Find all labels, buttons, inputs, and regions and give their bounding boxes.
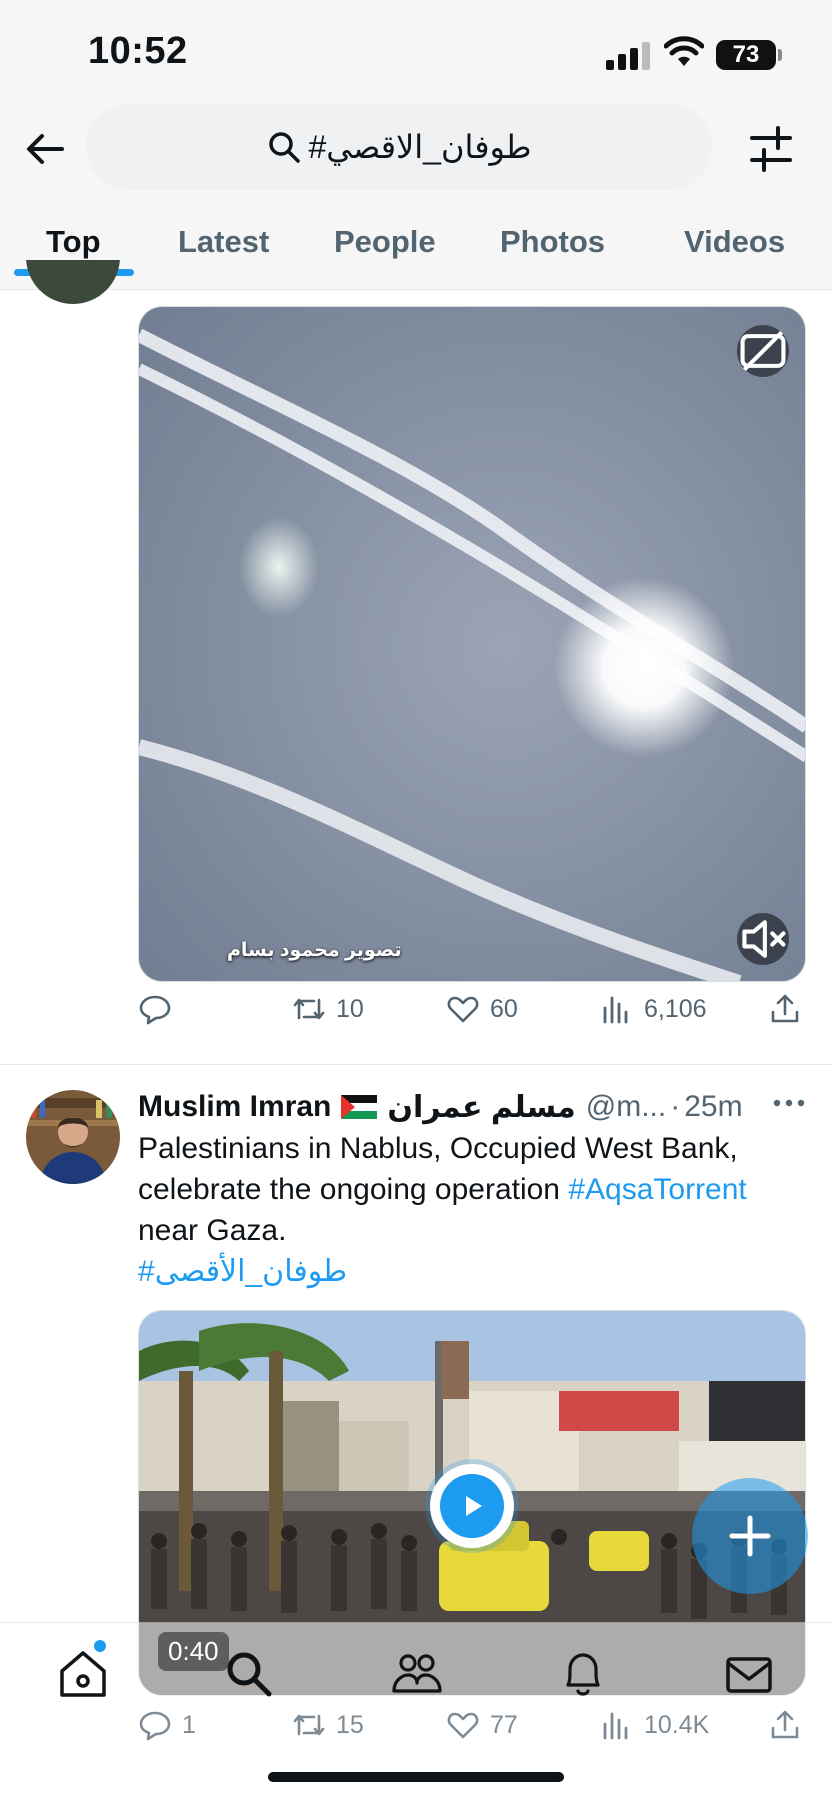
more-options-icon[interactable] bbox=[772, 1098, 806, 1108]
reply-button[interactable] bbox=[138, 992, 182, 1026]
compose-button[interactable] bbox=[692, 1478, 808, 1594]
meta-separator: · bbox=[670, 1090, 681, 1123]
video-duration: 0:40 bbox=[158, 1632, 229, 1671]
retweet-icon bbox=[293, 1714, 325, 1736]
retweet-button[interactable]: 10 bbox=[292, 992, 364, 1026]
tab-latest[interactable]: Latest bbox=[178, 224, 269, 260]
bottom-navigation bbox=[0, 1622, 832, 1722]
tab-videos[interactable]: Videos bbox=[684, 224, 785, 260]
view-count: 10.4K bbox=[644, 1710, 710, 1739]
like-button[interactable]: 77 bbox=[446, 1708, 518, 1742]
retweet-icon bbox=[293, 998, 325, 1020]
tab-top[interactable]: Top bbox=[46, 224, 101, 260]
views-button[interactable]: 6,106 bbox=[600, 992, 707, 1026]
status-time: 10:52 bbox=[88, 30, 188, 72]
tab-people[interactable]: People bbox=[334, 224, 436, 260]
search-header: #طوفان_الاقصي Top Latest People Photos V… bbox=[0, 100, 832, 290]
palestine-flag-icon bbox=[341, 1095, 378, 1119]
author-handle[interactable]: @m... bbox=[586, 1090, 666, 1124]
share-icon bbox=[771, 994, 799, 1023]
communities-icon[interactable] bbox=[390, 1647, 444, 1701]
search-icon bbox=[268, 132, 300, 163]
captions-off-icon[interactable] bbox=[737, 325, 789, 377]
author-name[interactable]: Muslim Imran bbox=[138, 1090, 331, 1124]
tweet-time[interactable]: 25m bbox=[684, 1090, 742, 1124]
home-indicator bbox=[268, 1772, 564, 1782]
share-button[interactable] bbox=[768, 992, 812, 1026]
bell-icon[interactable] bbox=[556, 1647, 610, 1701]
cellular-signal-icon bbox=[606, 42, 650, 70]
retweet-count: 15 bbox=[336, 1710, 364, 1739]
retweet-button[interactable]: 15 bbox=[292, 1708, 364, 1742]
bar-chart-icon bbox=[603, 1712, 628, 1740]
arrow-left-icon[interactable] bbox=[22, 126, 68, 172]
play-button[interactable] bbox=[430, 1464, 514, 1548]
search-tabs: Top Latest People Photos Videos bbox=[0, 210, 832, 290]
mail-icon[interactable] bbox=[722, 1647, 776, 1701]
bar-chart-icon bbox=[603, 996, 628, 1024]
heart-icon bbox=[447, 996, 479, 1023]
like-button[interactable]: 60 bbox=[446, 992, 518, 1026]
hashtag-link[interactable]: #AqsaTorrent bbox=[568, 1173, 746, 1206]
reply-button[interactable]: 1 bbox=[138, 1708, 196, 1742]
video-frame bbox=[139, 307, 805, 981]
plus-icon bbox=[729, 1515, 771, 1557]
views-button[interactable]: 10.4K bbox=[600, 1708, 709, 1742]
tweet-header: Muslim Imran مسلم عمران @m... · 25m bbox=[138, 1086, 743, 1128]
share-button[interactable] bbox=[768, 1708, 812, 1742]
search-input[interactable]: #طوفان_الاقصي bbox=[86, 104, 712, 190]
tweet-text: Palestinians in Nablus, Occupied West Ba… bbox=[138, 1128, 810, 1292]
tab-photos[interactable]: Photos bbox=[500, 224, 605, 260]
view-count: 6,106 bbox=[644, 994, 707, 1023]
battery-indicator: 73 bbox=[716, 40, 782, 70]
like-count: 60 bbox=[490, 994, 518, 1023]
tweet-divider bbox=[0, 1064, 832, 1065]
share-icon bbox=[771, 1710, 799, 1739]
hashtag-link-arabic[interactable]: #طوفان_الأقصى bbox=[138, 1251, 810, 1292]
heart-icon bbox=[447, 1712, 479, 1739]
volume-mute-icon[interactable] bbox=[737, 913, 789, 965]
tweet-actions: 1 15 77 10.4K bbox=[138, 1708, 808, 1758]
comment-icon bbox=[139, 1711, 171, 1741]
search-icon[interactable] bbox=[222, 1647, 276, 1701]
home-icon[interactable] bbox=[56, 1647, 110, 1701]
avatar[interactable] bbox=[26, 260, 120, 304]
like-count: 77 bbox=[490, 1710, 518, 1739]
sliders-icon[interactable] bbox=[748, 124, 794, 174]
status-bar: 10:52 73 bbox=[0, 0, 832, 100]
search-query: #طوفان_الاقصي bbox=[308, 129, 532, 165]
video-player[interactable]: تصوير محمود بسام bbox=[138, 306, 806, 982]
play-icon bbox=[466, 1496, 482, 1516]
video-watermark: تصوير محمود بسام bbox=[227, 940, 402, 961]
tweet-actions: 10 60 6,106 bbox=[138, 992, 808, 1042]
avatar[interactable] bbox=[26, 1090, 120, 1184]
author-name-arabic[interactable]: مسلم عمران bbox=[387, 1090, 575, 1125]
retweet-count: 10 bbox=[336, 994, 364, 1023]
tweet-text-part: near Gaza. bbox=[138, 1214, 287, 1247]
notification-dot bbox=[94, 1640, 106, 1652]
reply-count: 1 bbox=[182, 1710, 196, 1739]
wifi-icon bbox=[664, 36, 704, 66]
comment-icon bbox=[139, 995, 171, 1025]
